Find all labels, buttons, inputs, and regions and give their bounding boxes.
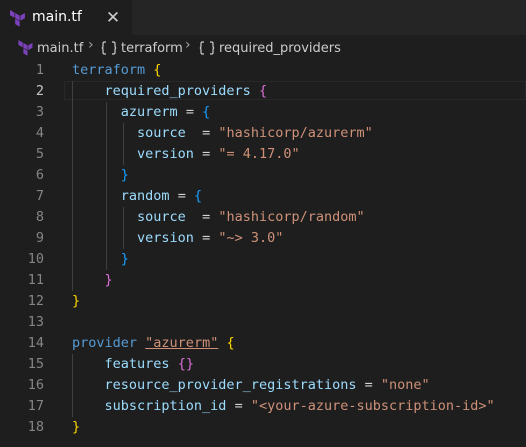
code-line: 10 } <box>0 249 526 270</box>
property-token: source <box>137 209 186 225</box>
string-token: "hashicorp/azurerm" <box>218 125 373 141</box>
property-token: source <box>137 125 186 141</box>
code-line: 11 } <box>0 270 526 291</box>
operator-token: = <box>356 377 381 393</box>
code-line: 8 source = "hashicorp/random" <box>0 207 526 228</box>
line-number: 5 <box>35 146 44 162</box>
operator-token: = <box>226 398 251 414</box>
bracket-token: {} <box>177 356 194 372</box>
line-number: 15 <box>27 356 44 372</box>
terraform-icon <box>10 10 25 27</box>
code-line: 17 subscription_id = "<your-azure-subscr… <box>0 396 526 417</box>
string-token: "azurerm" <box>145 335 219 351</box>
breadcrumb-required-providers-label: required_providers <box>219 40 341 56</box>
operator-token: = <box>193 230 219 246</box>
line-number: 10 <box>27 251 44 267</box>
breadcrumb-terraform[interactable]: terraform <box>101 39 183 57</box>
bracket-token: { <box>153 62 162 78</box>
close-icon[interactable]: ✕ <box>103 8 123 28</box>
code-line: 1 terraform { <box>0 60 526 81</box>
code-line: 2 required_providers { <box>0 81 526 102</box>
bracket-token: { <box>258 83 268 99</box>
tab-main-tf[interactable]: main.tf ✕ <box>0 0 132 35</box>
line-number: 6 <box>35 167 44 183</box>
breadcrumb-required-providers[interactable]: required_providers <box>199 39 341 57</box>
code-editor[interactable]: 1 terraform { 2 required_providers { 3 a… <box>0 60 526 447</box>
line-number: 11 <box>27 272 44 288</box>
code-line: 18 } <box>0 417 526 438</box>
string-token: "hashicorp/random" <box>218 209 365 225</box>
line-number: 17 <box>27 398 44 414</box>
line-number: 9 <box>35 230 44 246</box>
code-line: 16 resource_provider_registrations = "no… <box>0 375 526 396</box>
code-line: 7 random = { <box>0 186 526 207</box>
bracket-token: { <box>193 188 203 204</box>
keyword-token: provider <box>72 335 138 351</box>
line-number: 13 <box>27 314 44 330</box>
breadcrumb-file-label: main.tf <box>37 40 84 56</box>
symbol-namespace-icon <box>101 41 117 55</box>
bracket-token: } <box>72 293 81 309</box>
code-line: 3 azurerm = { <box>0 102 526 123</box>
line-number: 18 <box>27 419 44 435</box>
bracket-token: } <box>72 419 81 435</box>
line-number: 14 <box>27 335 44 351</box>
bracket-token: } <box>120 167 129 183</box>
editor-tab-bar: main.tf ✕ <box>0 0 526 35</box>
keyword-token: terraform <box>72 62 146 78</box>
line-number: 4 <box>35 125 44 141</box>
operator-token: = <box>193 146 219 162</box>
property-token: azurerm <box>120 104 178 120</box>
property-token: features <box>104 356 170 372</box>
line-number: 3 <box>35 104 44 120</box>
breadcrumb-file[interactable]: main.tf <box>18 39 83 57</box>
property-token: version <box>137 230 194 246</box>
code-line: 12 } <box>0 291 526 312</box>
symbol-namespace-icon <box>199 41 215 55</box>
code-line: 4 source = "hashicorp/azurerm" <box>0 123 526 144</box>
string-token: "none" <box>380 377 430 393</box>
bracket-token: } <box>120 251 129 267</box>
string-token: "~> 3.0" <box>218 230 284 246</box>
code-line: 15 features {} <box>0 354 526 375</box>
operator-token: = <box>185 125 219 141</box>
operator-token: = <box>177 104 203 120</box>
chevron-right-icon: › <box>88 37 94 53</box>
tab-label: main.tf <box>32 9 82 25</box>
breadcrumb: main.tf › terraform › required_providers <box>0 35 526 60</box>
property-token: version <box>137 146 194 162</box>
string-token: "= 4.17.0" <box>218 146 300 162</box>
property-token: subscription_id <box>104 398 227 414</box>
code-line: 14 provider "azurerm" { <box>0 333 526 354</box>
bracket-token: { <box>202 104 211 120</box>
bracket-token: } <box>104 272 113 288</box>
code-line: 9 version = "~> 3.0" <box>0 228 526 249</box>
code-line: 5 version = "= 4.17.0" <box>0 144 526 165</box>
operator-token: = <box>185 209 219 225</box>
line-number: 16 <box>27 377 44 393</box>
string-token: "<your-azure-subscription-id>" <box>250 398 495 414</box>
line-number: 12 <box>27 293 44 309</box>
property-token: required_providers <box>104 83 251 99</box>
line-number: 1 <box>35 62 44 78</box>
line-number: 8 <box>35 209 44 225</box>
property-token: random <box>120 188 170 204</box>
line-number: 2 <box>35 83 44 99</box>
line-number: 7 <box>35 188 44 204</box>
property-token: resource_provider_registrations <box>104 377 357 393</box>
code-line: 6 } <box>0 165 526 186</box>
operator-token: = <box>169 188 194 204</box>
terraform-icon <box>18 40 33 56</box>
bracket-token: { <box>226 335 235 351</box>
chevron-right-icon: › <box>185 37 191 53</box>
code-line: 13 <box>0 312 526 333</box>
breadcrumb-terraform-label: terraform <box>121 40 183 56</box>
